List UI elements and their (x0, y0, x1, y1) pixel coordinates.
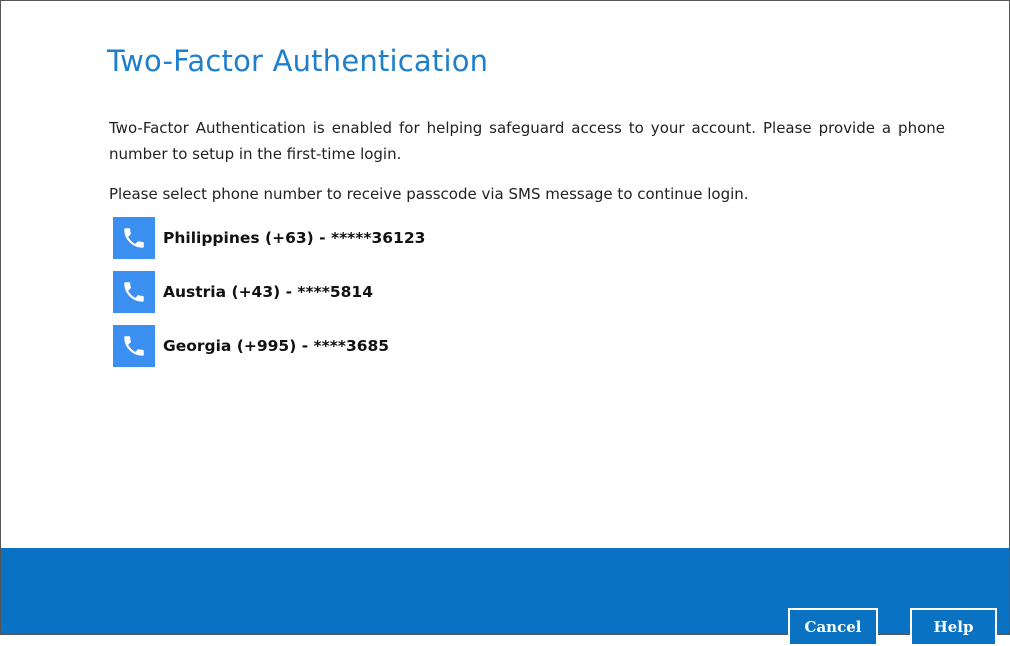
phone-option-label: Georgia (+995) - ****3685 (163, 337, 390, 355)
phone-option-austria[interactable]: Austria (+43) - ****5814 (113, 271, 425, 313)
phone-icon (113, 325, 155, 367)
phone-icon (113, 271, 155, 313)
help-button[interactable]: Help (910, 608, 997, 646)
dialog-footer: Cancel Help (1, 548, 1009, 646)
cancel-button[interactable]: Cancel (788, 608, 878, 646)
two-factor-dialog: Two-Factor Authentication Two-Factor Aut… (0, 0, 1010, 646)
phone-option-georgia[interactable]: Georgia (+995) - ****3685 (113, 325, 425, 367)
dialog-description: Two-Factor Authentication is enabled for… (109, 119, 945, 163)
dialog-title: Two-Factor Authentication (107, 44, 489, 78)
dialog-instruction: Please select phone number to receive pa… (109, 185, 749, 203)
phone-option-label: Austria (+43) - ****5814 (163, 283, 373, 301)
phone-icon (113, 217, 155, 259)
phone-option-label: Philippines (+63) - *****36123 (163, 229, 426, 247)
phone-option-philippines[interactable]: Philippines (+63) - *****36123 (113, 217, 425, 259)
phone-number-list: Philippines (+63) - *****36123 Austria (… (113, 217, 425, 379)
